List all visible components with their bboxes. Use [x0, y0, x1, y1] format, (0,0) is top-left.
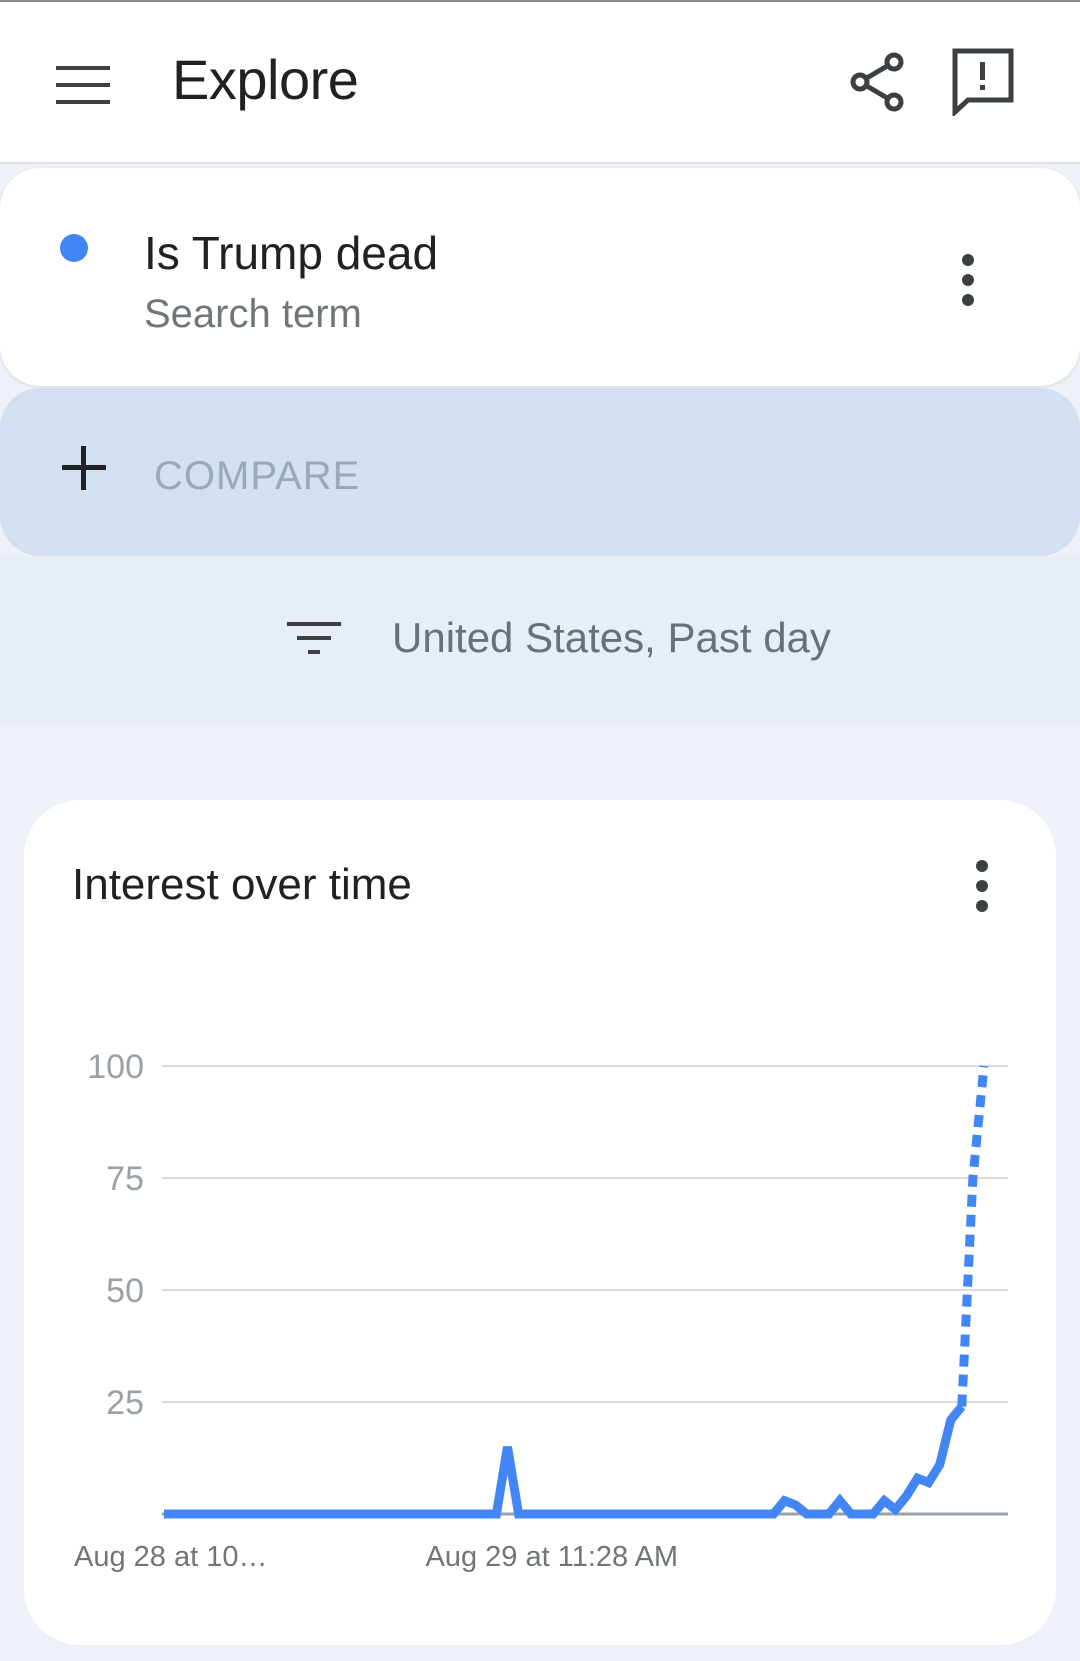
y-tick-label: 50 [106, 1272, 144, 1310]
series-line-partial [957, 1065, 989, 1407]
search-term-card[interactable]: Is Trump dead Search term [0, 168, 1080, 386]
menu-button[interactable] [50, 54, 120, 120]
interest-over-time-card: Interest over time 100 75 50 25 Aug 28 at 10… [24, 800, 1056, 1645]
top-app-bar: Explore [0, 0, 1080, 164]
series-color-dot [60, 234, 88, 262]
search-term-menu-button[interactable] [948, 250, 988, 310]
filter-icon [287, 622, 341, 654]
filter-button[interactable] [285, 616, 345, 664]
add-icon [62, 446, 106, 490]
series-line [164, 1403, 966, 1519]
page-title: Explore [172, 48, 359, 111]
menu-icon [56, 66, 110, 104]
interest-chart: 100 75 50 25 Aug 28 at 10… Aug 29 at 11:28 AM [74, 1048, 1008, 1573]
compare-label: COMPARE [154, 454, 361, 498]
y-tick-label: 75 [106, 1160, 144, 1198]
feedback-button[interactable] [946, 42, 1020, 118]
share-button[interactable] [842, 46, 914, 118]
more-vert-icon [962, 254, 974, 306]
x-tick-label: Aug 28 at 10… [74, 1541, 267, 1573]
y-tick-label: 100 [87, 1048, 144, 1086]
y-tick-label: 25 [106, 1384, 144, 1422]
feedback-icon [952, 48, 1014, 118]
share-icon [850, 52, 904, 112]
search-term-name: Is Trump dead [144, 227, 439, 279]
x-tick-label: Aug 29 at 11:28 AM [426, 1541, 679, 1573]
filter-summary[interactable]: United States, Past day [392, 614, 831, 662]
search-term-type: Search term [144, 292, 362, 336]
compare-button[interactable]: COMPARE [0, 388, 1080, 556]
